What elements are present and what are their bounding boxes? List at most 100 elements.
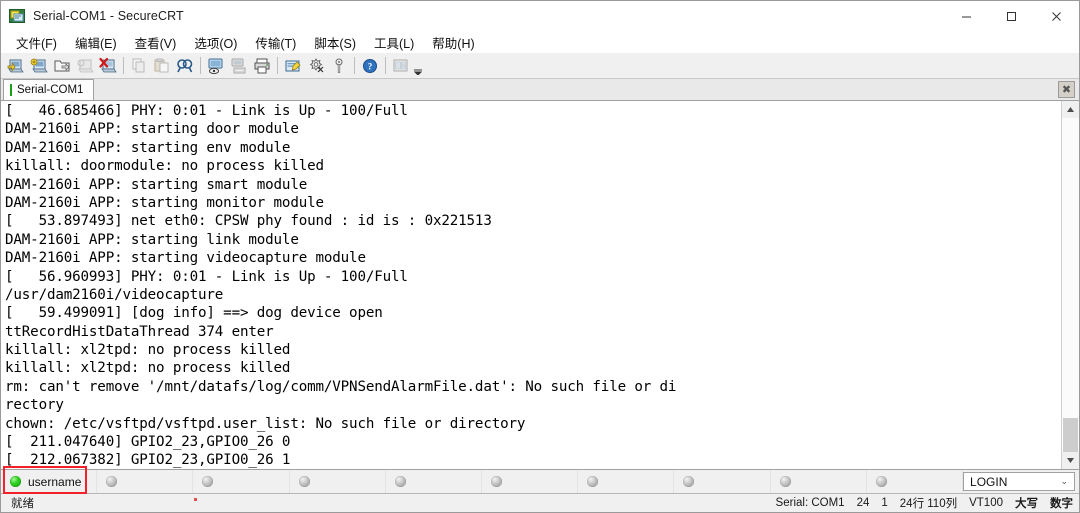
- status-indicator-dot: [194, 498, 197, 501]
- copy-icon[interactable]: [128, 55, 150, 77]
- terminal-line: DAM-2160i APP: starting monitor module: [5, 194, 324, 211]
- quick-connect-icon[interactable]: [74, 55, 96, 77]
- new-session-icon[interactable]: [5, 55, 27, 77]
- securecrt-app-icon: [9, 8, 25, 24]
- minimize-button[interactable]: [944, 1, 989, 31]
- terminal-line: DAM-2160i APP: starting smart module: [5, 176, 308, 193]
- button-bar-slot-7[interactable]: [578, 470, 675, 493]
- button-bar-username[interactable]: username: [1, 470, 98, 493]
- terminal-line: ttRecordHistDataThread 374 enter: [5, 323, 274, 340]
- button-bar-select-value: LOGIN: [970, 474, 1008, 489]
- connect-session-icon[interactable]: [28, 55, 50, 77]
- menu-tools[interactable]: 工具(L): [365, 31, 423, 54]
- scrollbar-track[interactable]: [1062, 118, 1079, 452]
- tab-connected-marker: [10, 84, 12, 96]
- led-grey-icon: [202, 476, 214, 487]
- scroll-up-icon[interactable]: [1062, 101, 1079, 118]
- menu-view[interactable]: 查看(V): [126, 31, 186, 54]
- menu-bar: 文件(F) 编辑(E) 查看(V) 选项(O) 传输(T) 脚本(S) 工具(L…: [1, 31, 1079, 53]
- button-bar: username LOGIN ⌄: [1, 466, 1079, 494]
- terminal-line: rm: can't remove '/mnt/datafs/log/comm/V…: [5, 378, 677, 395]
- terminal-line: [ 46.685466] PHY: 0:01 - Link is Up - 10…: [5, 103, 408, 119]
- session-options-icon[interactable]: [282, 55, 304, 77]
- terminal-line: DAM-2160i APP: starting videocapture mod…: [5, 250, 366, 267]
- key-icon[interactable]: [328, 55, 350, 77]
- toolbar-separator: [277, 57, 278, 74]
- button-bar-slot-3[interactable]: [193, 470, 290, 493]
- menu-file[interactable]: 文件(F): [7, 31, 66, 54]
- paste-icon[interactable]: [151, 55, 173, 77]
- tile-windows-icon[interactable]: [390, 55, 412, 77]
- terminal-line: DAM-2160i APP: starting link module: [5, 231, 299, 248]
- find-icon[interactable]: [174, 55, 196, 77]
- led-grey-icon: [106, 476, 118, 487]
- led-grey-icon: [587, 476, 599, 487]
- led-grey-icon: [779, 476, 791, 487]
- menu-options[interactable]: 选项(O): [185, 31, 246, 54]
- terminal-output[interactable]: [ 46.685466] PHY: 0:01 - Link is Up - 10…: [1, 101, 1061, 469]
- led-green-icon: [10, 476, 21, 487]
- global-options-icon[interactable]: [305, 55, 327, 77]
- button-bar-select[interactable]: LOGIN ⌄: [963, 472, 1076, 491]
- status-size: 24行 110列: [899, 498, 958, 510]
- button-bar-slot-8[interactable]: [674, 470, 771, 493]
- terminal-line: DAM-2160i APP: starting env module: [5, 139, 291, 156]
- status-col: 1: [881, 497, 888, 509]
- button-bar-slot-5[interactable]: [386, 470, 483, 493]
- status-row: 24: [856, 497, 870, 509]
- maximize-button[interactable]: [989, 1, 1034, 31]
- menu-script[interactable]: 脚本(S): [305, 31, 365, 54]
- toolbar-separator: [385, 57, 386, 74]
- terminal-area: [ 46.685466] PHY: 0:01 - Link is Up - 10…: [1, 101, 1079, 470]
- button-bar-slot-9[interactable]: [771, 470, 867, 493]
- close-tab-icon[interactable]: ✖: [1058, 81, 1075, 98]
- status-right-group: Serial: COM1 24 1 24行 110列 VT100 大写 数字: [770, 495, 1079, 511]
- terminal-scrollbar[interactable]: [1061, 101, 1079, 469]
- terminal-line: killall: xl2tpd: no process killed: [5, 360, 291, 377]
- button-bar-slot-6[interactable]: [482, 470, 579, 493]
- terminal-line: [ 212.067382] GPIO2_23,GPIO0_26 1: [5, 452, 291, 469]
- button-bar-slot-10[interactable]: [867, 470, 964, 493]
- print-screen-icon[interactable]: [228, 55, 250, 77]
- led-grey-icon: [875, 476, 887, 487]
- button-bar-slot-2[interactable]: [97, 470, 194, 493]
- led-grey-icon: [491, 476, 503, 487]
- window-controls: [944, 1, 1079, 31]
- status-ready-text: 就绪: [11, 498, 34, 510]
- help-icon[interactable]: ?: [359, 55, 381, 77]
- menu-help[interactable]: 帮助(H): [423, 31, 483, 54]
- toolbar-separator: [354, 57, 355, 74]
- terminal-line: [ 53.897493] net eth0: CPSW phy found : …: [5, 213, 492, 230]
- button-bar-label: username: [28, 474, 82, 489]
- print-icon[interactable]: [251, 55, 273, 77]
- status-num-lock: 数字: [1050, 498, 1073, 510]
- scrollbar-thumb[interactable]: [1063, 418, 1078, 452]
- close-button[interactable]: [1034, 1, 1079, 31]
- svg-text:?: ?: [368, 61, 373, 71]
- toolbar-overflow-button[interactable]: [413, 55, 423, 77]
- tab-bar: Serial-COM1 ✖: [1, 79, 1079, 101]
- toolbar-separator: [200, 57, 201, 74]
- terminal-line: DAM-2160i APP: starting door module: [5, 121, 299, 138]
- button-bar-slot-4[interactable]: [290, 470, 386, 493]
- tab-serial-com1[interactable]: Serial-COM1: [3, 79, 95, 100]
- menu-edit[interactable]: 编辑(E): [66, 31, 126, 54]
- disconnect-icon[interactable]: [97, 55, 119, 77]
- terminal-line: chown: /etc/vsftpd/vsftpd.user_list: No …: [5, 415, 526, 432]
- led-grey-icon: [683, 476, 695, 487]
- terminal-line: killall: doormodule: no process killed: [5, 158, 324, 175]
- log-session-icon[interactable]: [205, 55, 227, 77]
- window-title: Serial-COM1 - SecureCRT: [33, 9, 184, 23]
- scroll-down-icon[interactable]: [1062, 452, 1079, 469]
- terminal-line: killall: xl2tpd: no process killed: [5, 342, 291, 359]
- led-grey-icon: [394, 476, 406, 487]
- status-bar: 就绪 Serial: COM1 24 1 24行 110列 VT100 大写 数…: [1, 494, 1079, 512]
- chevron-down-icon: ⌄: [1060, 476, 1069, 486]
- menu-transfer[interactable]: 传输(T): [246, 31, 305, 54]
- connect-folder-icon[interactable]: [51, 55, 73, 77]
- toolbar: ?: [1, 53, 1079, 79]
- terminal-line: rectory: [5, 397, 64, 414]
- terminal-line: [ 211.047640] GPIO2_23,GPIO0_26 0: [5, 434, 291, 451]
- terminal-line: /usr/dam2160i/videocapture: [5, 286, 224, 303]
- title-bar: Serial-COM1 - SecureCRT: [1, 1, 1079, 31]
